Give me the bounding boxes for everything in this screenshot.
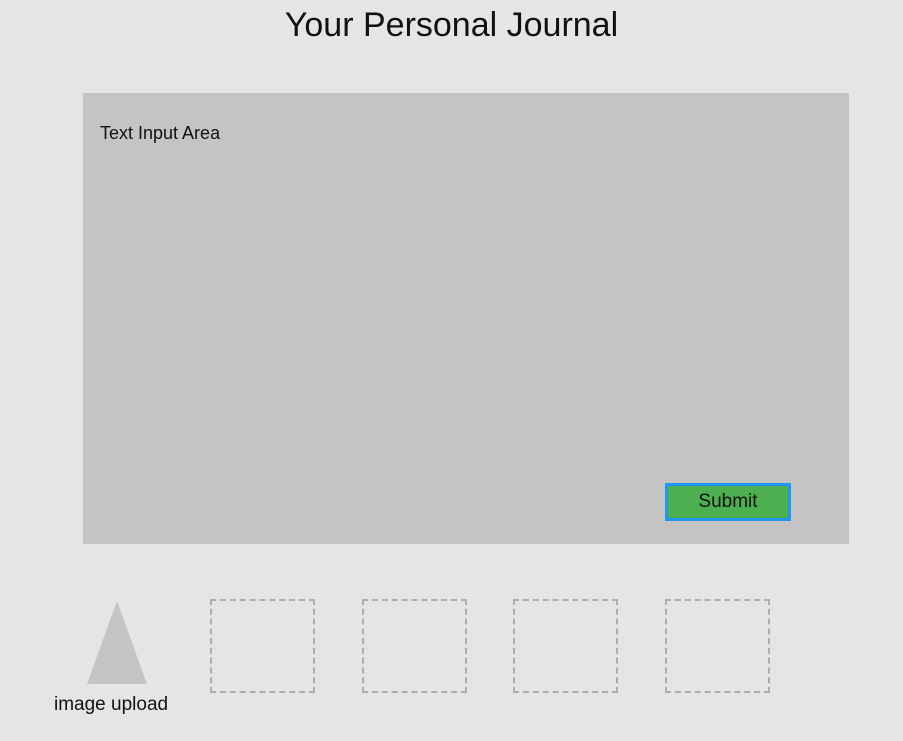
- image-slot-1[interactable]: [210, 599, 315, 693]
- image-upload-label: image upload: [54, 694, 169, 715]
- triangle-upload-icon[interactable]: [87, 601, 147, 684]
- image-slot-4[interactable]: [665, 599, 770, 693]
- image-slot-2[interactable]: [362, 599, 467, 693]
- image-upload[interactable]: image upload: [50, 598, 185, 723]
- journal-text-area[interactable]: Text Input Area Submit: [83, 93, 849, 544]
- page-title: Your Personal Journal: [284, 6, 619, 44]
- text-input-label: Text Input Area: [100, 123, 221, 143]
- submit-button[interactable]: Submit: [665, 483, 791, 521]
- image-slot-3[interactable]: [513, 599, 618, 693]
